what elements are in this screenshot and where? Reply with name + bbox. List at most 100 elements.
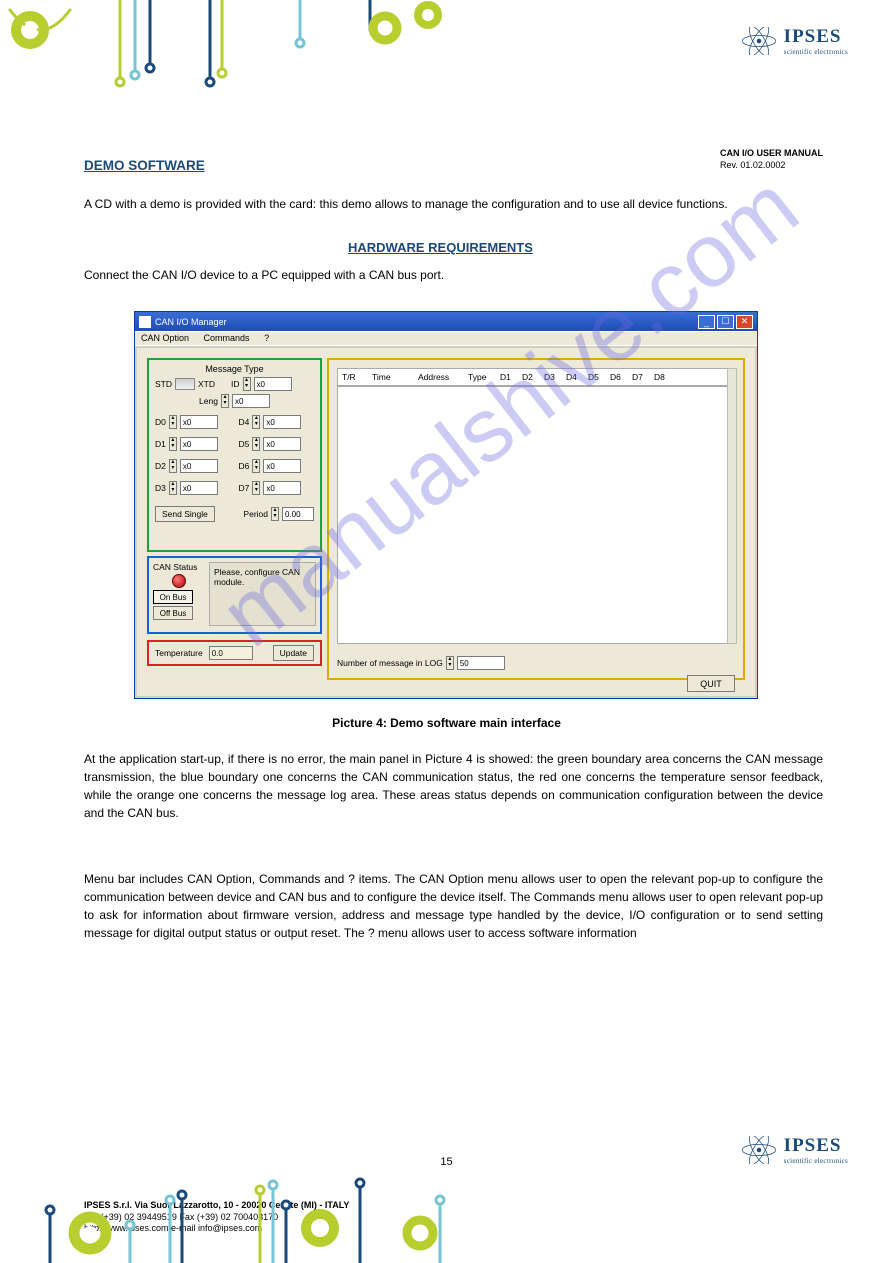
logo-tagline: scientific electronics xyxy=(784,1157,848,1165)
paragraph-2: Menu bar includes CAN Option, Commands a… xyxy=(84,870,823,942)
period-label: Period xyxy=(243,509,268,519)
header-circuit-decoration xyxy=(0,0,480,90)
doc-rev-label: Rev. xyxy=(720,160,738,170)
footer-line3: http://www.ipses.com e-mail info@ipses.c… xyxy=(84,1223,823,1235)
period-spin[interactable]: ▴▾ xyxy=(271,507,279,521)
atom-icon xyxy=(740,27,778,55)
temperature-label: Temperature xyxy=(155,648,203,658)
log-count-spin[interactable]: ▴▾ xyxy=(446,656,454,670)
d7-spin[interactable]: ▴▾ xyxy=(252,481,260,495)
menubar: CAN Option Commands ? xyxy=(135,331,757,346)
d3-spin[interactable]: ▴▾ xyxy=(169,481,177,495)
window-title: CAN I/O Manager xyxy=(155,317,227,327)
d1-field[interactable] xyxy=(180,437,218,451)
col-type: Type xyxy=(468,372,500,382)
log-count-label: Number of message in LOG xyxy=(337,658,443,668)
id-field[interactable] xyxy=(254,377,292,391)
status-message: Please, configure CAN module. xyxy=(209,562,316,626)
quit-button[interactable]: QUIT xyxy=(687,675,735,692)
leng-field[interactable] xyxy=(232,394,270,408)
d0-spin[interactable]: ▴▾ xyxy=(169,415,177,429)
message-type-panel: Message Type STD XTD ID ▴▾ Leng ▴▾ D0▴▾ … xyxy=(147,358,322,552)
log-count-field[interactable] xyxy=(457,656,505,670)
id-spinner[interactable]: ▴▾ xyxy=(243,377,251,391)
doc-title: CAN I/O USER MANUAL xyxy=(720,148,823,158)
update-button[interactable]: Update xyxy=(273,645,314,661)
footer-line2: Tel. (+39) 02 39449519 Fax (+39) 02 7004… xyxy=(84,1212,823,1224)
leng-spinner[interactable]: ▴▾ xyxy=(221,394,229,408)
col-d8: D8 xyxy=(654,372,676,382)
d7-label: D7 xyxy=(239,483,250,493)
d5-spin[interactable]: ▴▾ xyxy=(252,437,260,451)
message-type-header: Message Type xyxy=(155,364,314,374)
d4-spin[interactable]: ▴▾ xyxy=(252,415,260,429)
document-info: CAN I/O USER MANUAL Rev. 01.02.0002 xyxy=(720,148,823,171)
status-led-icon xyxy=(172,574,186,588)
titlebar[interactable]: CAN I/O Manager _ ☐ ✕ xyxy=(135,312,757,331)
d2-field[interactable] xyxy=(180,459,218,473)
d1-label: D1 xyxy=(155,439,166,449)
d5-field[interactable] xyxy=(263,437,301,451)
subsection-text: Connect the CAN I/O device to a PC equip… xyxy=(84,266,823,284)
d2-label: D2 xyxy=(155,461,166,471)
d0-label: D0 xyxy=(155,417,166,427)
log-body[interactable] xyxy=(337,386,731,644)
col-d7: D7 xyxy=(632,372,654,382)
d4-label: D4 xyxy=(239,417,250,427)
logo-top: IPSES scientific electronics xyxy=(740,26,848,56)
d2-spin[interactable]: ▴▾ xyxy=(169,459,177,473)
intro-paragraph: A CD with a demo is provided with the ca… xyxy=(84,196,823,213)
d5-label: D5 xyxy=(239,439,250,449)
col-addr: Address xyxy=(418,372,468,382)
d7-field[interactable] xyxy=(263,481,301,495)
d0-field[interactable] xyxy=(180,415,218,429)
app-icon xyxy=(139,316,151,328)
data-byte-grid: D0▴▾ D4▴▾ D1▴▾ D5▴▾ D2▴▾ D6▴▾ D3▴▾ D7▴▾ xyxy=(155,412,314,498)
d4-field[interactable] xyxy=(263,415,301,429)
can-status-label: CAN Status xyxy=(153,562,205,572)
doc-rev: 01.02.0002 xyxy=(740,160,785,170)
xtd-label: XTD xyxy=(198,379,215,389)
std-xtd-slider[interactable] xyxy=(175,378,195,390)
col-d2: D2 xyxy=(522,372,544,382)
section-heading: DEMO SOFTWARE xyxy=(84,158,205,173)
paragraph-1: At the application start-up, if there is… xyxy=(84,750,823,822)
close-button[interactable]: ✕ xyxy=(736,315,753,329)
temperature-field[interactable] xyxy=(209,646,253,660)
client-area: Message Type STD XTD ID ▴▾ Leng ▴▾ D0▴▾ … xyxy=(135,346,757,698)
menu-commands[interactable]: Commands xyxy=(204,333,250,343)
log-panel: T/R Time Address Type D1 D2 D3 D4 D5 D6 … xyxy=(327,358,745,680)
log-header: T/R Time Address Type D1 D2 D3 D4 D5 D6 … xyxy=(337,368,731,386)
menu-can-option[interactable]: CAN Option xyxy=(141,333,189,343)
col-tr: T/R xyxy=(342,372,372,382)
col-d1: D1 xyxy=(500,372,522,382)
col-d3: D3 xyxy=(544,372,566,382)
send-single-button[interactable]: Send Single xyxy=(155,506,215,522)
off-bus-button[interactable]: Off Bus xyxy=(153,606,193,620)
d3-field[interactable] xyxy=(180,481,218,495)
d6-field[interactable] xyxy=(263,459,301,473)
d6-spin[interactable]: ▴▾ xyxy=(252,459,260,473)
period-field[interactable] xyxy=(282,507,314,521)
can-status-panel: CAN Status On Bus Off Bus Please, config… xyxy=(147,556,322,634)
col-d6: D6 xyxy=(610,372,632,382)
footer-line1: IPSES S.r.l. Via Suor Lazzarotto, 10 - 2… xyxy=(84,1200,823,1212)
logo-name: IPSES xyxy=(784,1135,848,1157)
menu-help[interactable]: ? xyxy=(264,333,269,343)
d3-label: D3 xyxy=(155,483,166,493)
log-scrollbar[interactable] xyxy=(727,368,737,644)
on-bus-button[interactable]: On Bus xyxy=(153,590,193,604)
subsection-heading: HARDWARE REQUIREMENTS xyxy=(348,240,533,255)
d1-spin[interactable]: ▴▾ xyxy=(169,437,177,451)
maximize-button[interactable]: ☐ xyxy=(717,315,734,329)
logo-bottom: IPSES scientific electronics xyxy=(740,1135,848,1165)
footer: IPSES S.r.l. Via Suor Lazzarotto, 10 - 2… xyxy=(84,1200,823,1235)
temperature-panel: Temperature Update xyxy=(147,640,322,666)
std-label: STD xyxy=(155,379,172,389)
minimize-button[interactable]: _ xyxy=(698,315,715,329)
log-footer: Number of message in LOG ▴▾ xyxy=(337,656,505,670)
col-d4: D4 xyxy=(566,372,588,382)
id-label: ID xyxy=(231,379,240,389)
app-window: CAN I/O Manager _ ☐ ✕ CAN Option Command… xyxy=(134,311,758,699)
col-d5: D5 xyxy=(588,372,610,382)
